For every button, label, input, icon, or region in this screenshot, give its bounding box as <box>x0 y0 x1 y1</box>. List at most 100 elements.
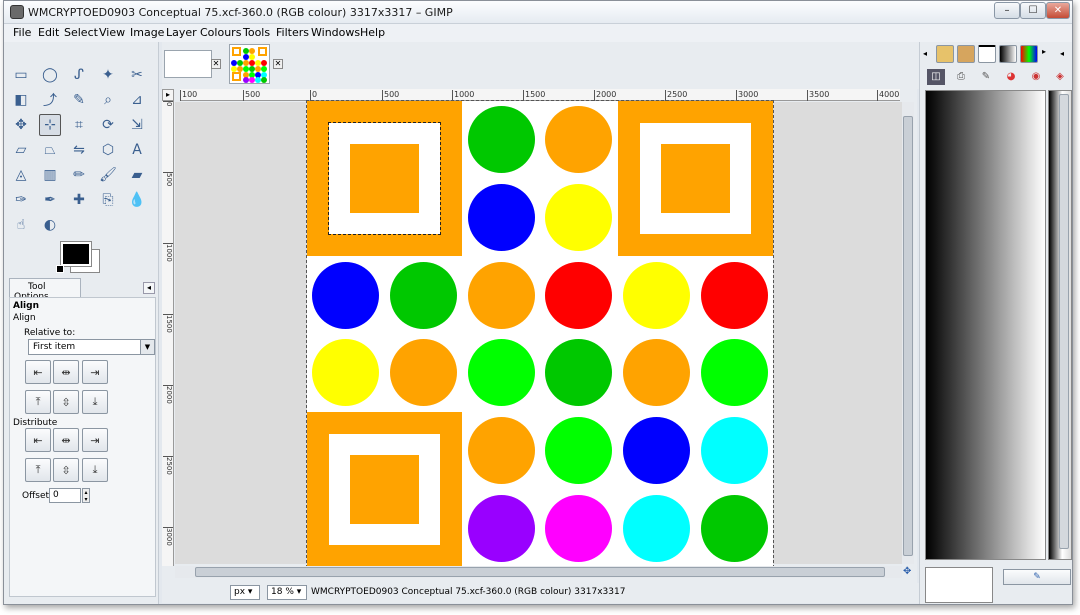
zoom-select[interactable]: 18 % ▾ <box>267 585 307 600</box>
text-icon[interactable]: A <box>126 139 148 161</box>
foreground-select-icon[interactable]: ◧ <box>10 89 32 111</box>
blend-icon[interactable]: ▥ <box>39 164 61 186</box>
smudge-icon[interactable]: ☝ <box>10 214 32 236</box>
scissors-icon[interactable]: ✂ <box>126 64 148 86</box>
ellipse-select-icon[interactable]: ◯ <box>39 64 61 86</box>
heal-icon[interactable]: ✚ <box>68 189 90 211</box>
offset-input[interactable]: 0 <box>49 488 81 503</box>
navigate-icon[interactable]: ✥ <box>903 567 914 578</box>
paths-icon[interactable]: ⤴ <box>39 89 61 111</box>
rect-select-icon[interactable]: ▭ <box>10 64 32 86</box>
distribute-left-button[interactable]: ⇤ <box>25 428 51 452</box>
quick-mask-toggle[interactable]: ▸ <box>162 89 174 101</box>
image-tab-conceptual[interactable] <box>229 44 270 84</box>
close-button[interactable]: ✕ <box>1046 2 1070 19</box>
pencil-icon[interactable]: ✏ <box>68 164 90 186</box>
paintbrush-icon[interactable]: ✎ <box>977 69 995 85</box>
move-icon[interactable]: ✥ <box>10 114 32 136</box>
align-left-button[interactable]: ⇤ <box>25 360 51 384</box>
paintbrush-icon[interactable]: 🖌 <box>97 164 119 186</box>
horizontal-scrollbar[interactable] <box>175 566 902 578</box>
dock-scroll-left-icon[interactable]: ◂ <box>923 49 927 58</box>
menu-layer[interactable]: Layer <box>166 26 197 39</box>
blur-icon[interactable]: 💧 <box>126 189 148 211</box>
dock-menu-icon[interactable]: ◂ <box>1060 49 1064 58</box>
edit-button[interactable]: ✎ <box>1003 569 1071 585</box>
align-right-button[interactable]: ⇥ <box>82 360 108 384</box>
align-hcenter-button[interactable]: ⇹ <box>53 360 79 384</box>
menu-tools[interactable]: Tools <box>243 26 270 39</box>
palettes-tab[interactable] <box>1020 45 1038 63</box>
flip-icon[interactable]: ⇋ <box>68 139 90 161</box>
selection-marquee[interactable] <box>328 122 441 235</box>
foreground-color-swatch[interactable] <box>60 241 92 267</box>
minimize-button[interactable]: – <box>994 2 1020 19</box>
airbrush-icon[interactable]: ✑ <box>10 189 32 211</box>
shear-icon[interactable]: ▱ <box>10 139 32 161</box>
document-history-icon[interactable]: ◫ <box>927 69 945 85</box>
fg-bg-colors[interactable] <box>56 239 104 275</box>
distribute-top-button[interactable]: ⤒ <box>25 458 51 482</box>
menu-view[interactable]: View <box>99 26 125 39</box>
align-bottom-button[interactable]: ⤓ <box>82 390 108 414</box>
palette-icon[interactable]: ◕ <box>1002 69 1020 85</box>
horizontal-ruler[interactable]: 100 500 0 500 1000 1500 2000 2500 3000 3500 4000 <box>180 89 900 101</box>
units-select[interactable]: px ▾ <box>230 585 260 600</box>
vertical-scrollbar[interactable] <box>902 102 914 564</box>
vertical-scroll-thumb[interactable] <box>903 116 913 556</box>
perspective-icon[interactable]: ⏢ <box>39 139 61 161</box>
image-viewport[interactable] <box>175 100 902 568</box>
fuzzy-select-icon[interactable]: ✦ <box>97 64 119 86</box>
crop-icon[interactable]: ⌗ <box>68 114 90 136</box>
maximize-button[interactable]: ☐ <box>1020 2 1046 19</box>
rotate-icon[interactable]: ⟳ <box>97 114 119 136</box>
menu-image[interactable]: Image <box>130 26 164 39</box>
menu-filters[interactable]: Filters <box>276 26 309 39</box>
horizontal-scroll-thumb[interactable] <box>195 567 885 577</box>
menu-select[interactable]: Select <box>64 26 98 39</box>
menu-help[interactable]: Help <box>360 26 385 39</box>
default-colors-icon[interactable] <box>56 265 64 273</box>
menu-file[interactable]: File <box>13 26 31 39</box>
brushes-tab[interactable] <box>936 45 954 63</box>
cage-icon[interactable]: ⬡ <box>97 139 119 161</box>
vertical-ruler[interactable]: 0500100015002000250030003500 <box>162 101 174 604</box>
clone-icon[interactable]: ⎘ <box>97 189 119 211</box>
align-icon[interactable]: ⊹ <box>39 114 61 136</box>
gradients-active-tab[interactable] <box>978 45 996 63</box>
patterns-tab[interactable] <box>957 45 975 63</box>
offset-spinner[interactable]: ▴ ▾ <box>82 488 90 503</box>
relative-to-select[interactable]: First item ▼ <box>28 339 155 355</box>
distribute-vcenter-button[interactable]: ⇳ <box>53 458 79 482</box>
bucket-fill-icon[interactable]: ◬ <box>10 164 32 186</box>
distribute-right-button[interactable]: ⇥ <box>82 428 108 452</box>
menu-edit[interactable]: Edit <box>38 26 59 39</box>
color-picker-icon[interactable]: ✎ <box>68 89 90 111</box>
distribute-bottom-button[interactable]: ⤓ <box>82 458 108 482</box>
zoom-icon[interactable]: ⌕ <box>97 89 119 111</box>
eraser-icon[interactable]: ▰ <box>126 164 148 186</box>
printer-icon[interactable]: ⎙ <box>952 69 970 85</box>
image-canvas[interactable] <box>306 100 774 568</box>
ink-icon[interactable]: ✒ <box>39 189 61 211</box>
close-icon[interactable]: ✕ <box>211 59 221 69</box>
scale-icon[interactable]: ⇲ <box>126 114 148 136</box>
align-top-button[interactable]: ⤒ <box>25 390 51 414</box>
measure-icon[interactable]: ⊿ <box>126 89 148 111</box>
menu-colours[interactable]: Colours <box>200 26 241 39</box>
free-select-icon[interactable]: ᔑ <box>68 64 90 86</box>
image-tab-blank[interactable] <box>164 50 212 78</box>
dodge-burn-icon[interactable]: ◐ <box>39 214 61 236</box>
channels-icon[interactable]: ◉ <box>1027 69 1045 85</box>
gradient-list-scrollbar[interactable] <box>1059 94 1069 549</box>
chevron-down-icon[interactable]: ▼ <box>140 340 154 354</box>
gradient-bw-tab[interactable] <box>999 45 1017 63</box>
tool-options-menu-icon[interactable]: ◂ <box>143 282 155 294</box>
gradient-preview-list[interactable] <box>925 90 1046 560</box>
tool-options-tab[interactable]: Tool Options <box>9 278 81 302</box>
menu-windows[interactable]: Windows <box>311 26 360 39</box>
align-vcenter-button[interactable]: ⇳ <box>53 390 79 414</box>
close-icon[interactable]: ✕ <box>273 59 283 69</box>
distribute-hcenter-button[interactable]: ⇹ <box>53 428 79 452</box>
dock-scroll-right-icon[interactable]: ▸ <box>1042 47 1046 56</box>
